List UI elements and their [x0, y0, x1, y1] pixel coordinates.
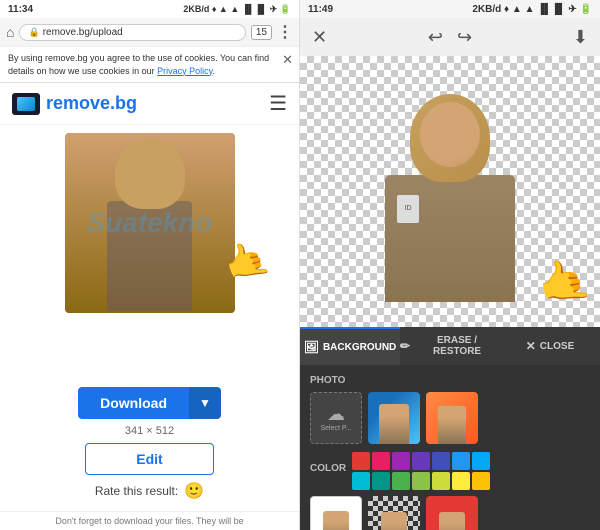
status-bar-left: 11:34 2KB/d ♦ ▲ ▲ ▐▌▐▌ ✈ 🔋	[0, 0, 299, 18]
left-panel: 11:34 2KB/d ♦ ▲ ▲ ▐▌▐▌ ✈ 🔋 ⌂ 🔒 remove.bg…	[0, 0, 300, 530]
tab-erase[interactable]: ✏ ERASE / RESTORE	[400, 327, 500, 365]
privacy-link[interactable]: Privacy Policy	[157, 66, 212, 76]
color-section-title: Color	[310, 463, 346, 474]
download-button[interactable]: Download	[78, 387, 189, 419]
color-swatch-8[interactable]	[372, 472, 390, 490]
preview-image: Suatekno	[65, 133, 235, 313]
color-swatch-9[interactable]	[392, 472, 410, 490]
status-icons-left: 2KB/d ♦ ▲ ▲ ▐▌▐▌ ✈ 🔋	[183, 4, 291, 15]
color-thumb-transparent[interactable]	[368, 496, 420, 530]
image-dimensions: 341 × 512	[125, 425, 174, 437]
download-section: Download ▼ 341 × 512 Edit Rate this resu…	[0, 377, 299, 511]
color-swatch-13[interactable]	[472, 472, 490, 490]
photo-row: ☁ Select P...	[310, 392, 590, 444]
color-swatch-10[interactable]	[412, 472, 430, 490]
photo-section-title: Photo	[310, 375, 590, 386]
color-swatch-3[interactable]	[412, 452, 430, 470]
tab-background-label: BACKGROUND	[323, 342, 396, 353]
hamburger-icon[interactable]: ☰	[269, 91, 287, 116]
logo-text: remove.bg	[46, 93, 137, 114]
person-head	[420, 102, 480, 167]
undo-button[interactable]: ↩	[428, 27, 443, 48]
color-swatch-0[interactable]	[352, 452, 370, 470]
color-thumb-white[interactable]	[310, 496, 362, 530]
logo-icon	[12, 93, 40, 115]
photo-thumb-1[interactable]	[368, 392, 420, 444]
more-icon[interactable]: ⋮	[277, 22, 293, 42]
time-right: 11:49	[308, 4, 333, 15]
color-swatch-7[interactable]	[352, 472, 370, 490]
color-swatch-4[interactable]	[432, 452, 450, 470]
color-thumb-red[interactable]	[426, 496, 478, 530]
redo-button[interactable]: ↪	[457, 27, 472, 48]
edit-button[interactable]: Edit	[85, 443, 213, 475]
tab-count[interactable]: 15	[251, 25, 272, 40]
color-thumbs-row	[310, 496, 590, 530]
rate-label: Rate this result:	[95, 484, 178, 498]
logo-icon-inner	[17, 97, 35, 111]
color-swatch-11[interactable]	[432, 472, 450, 490]
time-left: 11:34	[8, 4, 33, 15]
color-grid	[352, 452, 490, 490]
bottom-text: Don't forget to download your files. The…	[0, 511, 299, 530]
color-swatch-2[interactable]	[392, 452, 410, 470]
erase-tab-icon: ✏	[400, 339, 410, 353]
select-photo-button[interactable]: ☁ Select P...	[310, 392, 362, 444]
status-bar-right: 11:49 2KB/d ♦ ▲ ▲ ▐▌▐▌ ✈ 🔋	[300, 0, 600, 18]
home-icon[interactable]: ⌂	[6, 24, 14, 40]
cookie-text: By using remove.bg you agree to the use …	[8, 53, 269, 76]
url-box[interactable]: 🔒 remove.bg/upload	[19, 24, 245, 41]
color-section: Color	[310, 452, 590, 490]
bottom-panel: Photo ☁ Select P... Color	[300, 365, 600, 530]
cookie-close-icon[interactable]: ✕	[282, 51, 293, 69]
color-swatch-1[interactable]	[372, 452, 390, 470]
right-panel: 11:49 2KB/d ♦ ▲ ▲ ▐▌▐▌ ✈ 🔋 ✕ ↩ ↪ ⬇ ID 🤙	[300, 0, 600, 530]
lock-icon: 🔒	[28, 27, 39, 38]
right-image-area: ID 🤙	[300, 56, 600, 327]
color-swatch-6[interactable]	[472, 452, 490, 470]
tab-erase-label: ERASE / RESTORE	[414, 335, 500, 357]
rate-row: Rate this result: 🙂	[95, 481, 204, 501]
logo-area: remove.bg	[12, 93, 137, 115]
url-text: remove.bg/upload	[43, 27, 123, 38]
right-toolbar: ✕ ↩ ↪ ⬇	[300, 18, 600, 56]
address-bar: ⌂ 🔒 remove.bg/upload 15 ⋮	[0, 18, 299, 47]
site-header: remove.bg ☰	[0, 83, 299, 125]
toolbar-group: ↩ ↪	[428, 27, 472, 48]
select-photo-label: Select P...	[320, 425, 351, 432]
tab-close-label: CLOSE	[540, 341, 574, 352]
person-body: ID	[385, 175, 515, 302]
bottom-tabs: 🖼 BACKGROUND ✏ ERASE / RESTORE ✕ CLOSE	[300, 327, 600, 365]
status-icons-right: 2KB/d ♦ ▲ ▲ ▐▌▐▌ ✈ 🔋	[472, 4, 592, 15]
photo-thumb-2[interactable]	[426, 392, 478, 444]
tab-background[interactable]: 🖼 BACKGROUND	[300, 327, 400, 365]
right-person-container: ID	[300, 56, 600, 327]
close-button[interactable]: ✕	[312, 27, 327, 48]
background-tab-icon: 🖼	[304, 340, 319, 354]
cookie-banner: By using remove.bg you agree to the use …	[0, 47, 299, 83]
person-head-wrap	[420, 102, 480, 167]
close-tab-icon: ✕	[526, 339, 536, 353]
upload-icon: ☁	[327, 404, 345, 425]
download-button-row: Download ▼	[78, 387, 221, 419]
image-preview-container: Suatekno 🤙	[0, 125, 299, 377]
network-icons: 2KB/d ♦ ▲ ▲ ▐▌▐▌ ✈ 🔋	[183, 4, 291, 15]
person-badge: ID	[397, 195, 419, 223]
color-swatch-12[interactable]	[452, 472, 470, 490]
color-swatch-5[interactable]	[452, 452, 470, 470]
right-person-image: ID	[370, 82, 530, 302]
download-dropdown-arrow[interactable]: ▼	[189, 387, 221, 419]
rate-emoji[interactable]: 🙂	[184, 481, 204, 501]
toolbar-download-button[interactable]: ⬇	[573, 27, 588, 48]
tab-close[interactable]: ✕ CLOSE	[500, 327, 600, 365]
